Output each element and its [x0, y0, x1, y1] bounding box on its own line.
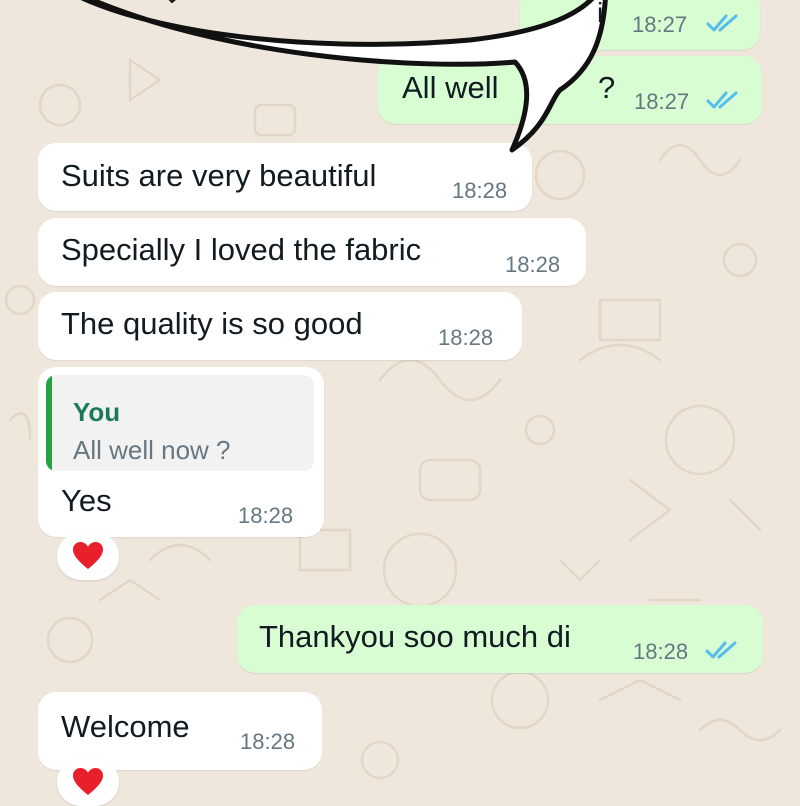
message-time: 18:28	[633, 639, 689, 664]
message-bubble-incoming[interactable]: Suits are very beautiful 18:28	[38, 143, 532, 211]
message-text: Yes	[61, 483, 112, 518]
heart-icon	[73, 542, 103, 569]
message-bubble-outgoing[interactable]: 18:27	[520, 0, 760, 50]
message-text: Welcome	[61, 709, 190, 744]
message-text: The quality is so good	[61, 306, 363, 341]
message-text-tail: ?	[598, 70, 616, 105]
message-bubble-incoming[interactable]: The quality is so good 18:28	[38, 292, 522, 360]
message-time: 18:27	[634, 89, 690, 114]
reply-accent-bar	[46, 375, 52, 471]
heart-icon	[73, 768, 103, 795]
message-time: 18:28	[240, 729, 296, 754]
message-time: 18:28	[452, 178, 508, 203]
message-time: 18:28	[505, 252, 561, 277]
reply-quote[interactable]: You All well now ?	[46, 375, 314, 471]
message-time: 18:27	[632, 12, 688, 37]
read-receipt-icon	[706, 14, 738, 32]
read-receipt-icon	[705, 641, 737, 659]
message-bubble-incoming[interactable]: Specially I loved the fabric 18:28	[38, 218, 586, 286]
message-text: All well	[402, 70, 499, 105]
read-receipt-icon	[706, 91, 738, 109]
reply-text: All well now ?	[73, 435, 231, 465]
reaction-badge[interactable]	[57, 758, 119, 806]
message-bubble-outgoing[interactable]: Thankyou soo much di 18:28	[237, 605, 763, 673]
message-time: 18:28	[438, 325, 494, 350]
message-text: Thankyou soo much di	[259, 619, 571, 654]
message-time: 18:28	[238, 503, 294, 528]
message-text: Suits are very beautiful	[61, 158, 377, 193]
message-bubble-outgoing[interactable]: All well ? 18:27	[378, 56, 762, 124]
message-text: Specially I loved the fabric	[61, 232, 422, 267]
reaction-badge[interactable]	[57, 532, 119, 580]
reply-author: You	[73, 397, 121, 427]
message-bubble-incoming[interactable]: You All well now ? Yes 18:28	[38, 367, 324, 537]
